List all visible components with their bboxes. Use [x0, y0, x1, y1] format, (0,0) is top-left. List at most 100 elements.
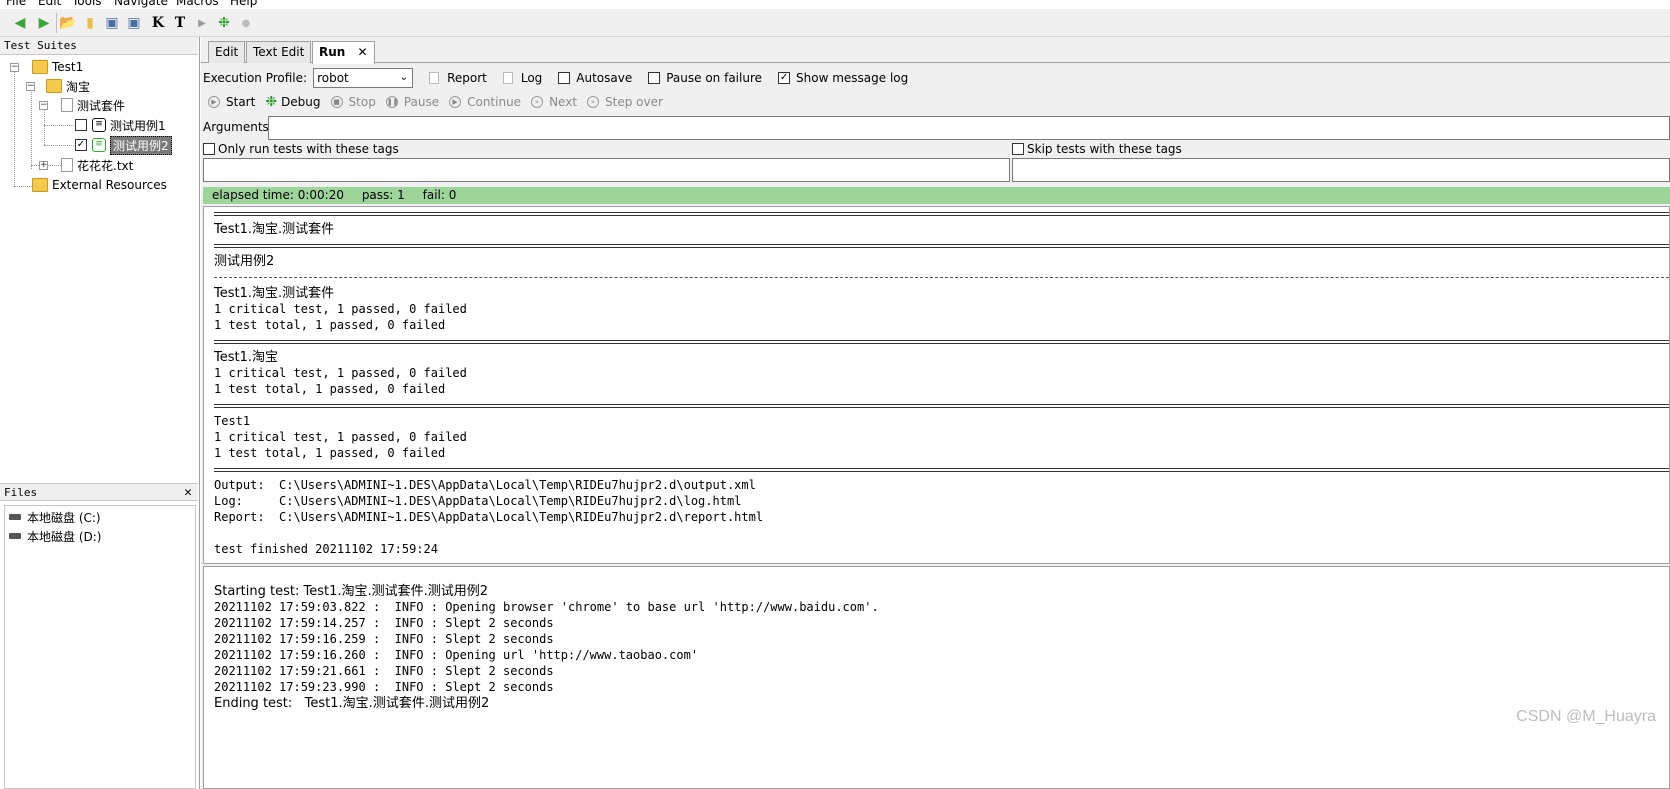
- play-icon: ▶: [208, 96, 220, 108]
- output-line: test finished 20211102 17:59:24: [214, 542, 438, 556]
- execution-profile-label: Execution Profile:: [203, 71, 308, 85]
- pause-button[interactable]: ❚❚ Pause: [385, 95, 440, 109]
- testcase-icon[interactable]: T: [170, 13, 190, 33]
- message-log-console[interactable]: Starting test: Test1.淘宝.测试套件.测试用例2 20211…: [203, 566, 1670, 789]
- close-icon[interactable]: ✕: [358, 45, 368, 59]
- continue-button[interactable]: ▶ Continue: [449, 95, 521, 109]
- save-icon[interactable]: ▣: [102, 13, 122, 33]
- tree-line: [31, 87, 32, 169]
- checkbox-box[interactable]: [203, 143, 215, 155]
- pause-on-failure-checkbox[interactable]: Pause on failure: [648, 71, 762, 85]
- watermark: CSDN @M_Huayra: [1516, 708, 1656, 725]
- execution-profile-select[interactable]: robot ⌄: [313, 68, 414, 88]
- only-run-tags-input[interactable]: [203, 158, 1010, 182]
- test-suites-header: Test Suites: [0, 37, 198, 55]
- save-all-icon[interactable]: ▣: [124, 13, 144, 33]
- output-line: Test1: [214, 414, 251, 428]
- forward-icon[interactable]: ▶: [34, 13, 54, 33]
- collapse-toggle[interactable]: −: [10, 63, 19, 72]
- open-icon[interactable]: 📂: [58, 13, 78, 33]
- checkbox-box-checked[interactable]: ✓: [778, 72, 791, 84]
- separator-line: [214, 468, 1669, 472]
- menu-edit[interactable]: Edit: [38, 0, 61, 8]
- stop-button[interactable]: ■ Stop: [330, 95, 376, 109]
- tree-line: [14, 67, 15, 187]
- execution-profile-value: robot: [317, 71, 349, 85]
- tree-node-label: 淘宝: [66, 79, 91, 94]
- close-icon[interactable]: ✕: [184, 485, 192, 500]
- debug-icon[interactable]: ❉: [214, 13, 234, 33]
- tab-text-edit[interactable]: Text Edit: [246, 41, 312, 63]
- tree-node-suite[interactable]: 测试套件: [61, 96, 125, 114]
- left-panel: Test Suites − Test1 − 淘宝 − 测试套件 ≡ 测试用例1 …: [0, 37, 200, 789]
- test-suites-tree: − Test1 − 淘宝 − 测试套件 ≡ 测试用例1 ✓ ≡ 测试用例2 + …: [0, 55, 198, 477]
- new-file-icon[interactable]: ▮: [80, 13, 100, 33]
- checkbox-box[interactable]: [558, 72, 571, 84]
- show-message-log-checkbox[interactable]: ✓ Show message log: [778, 71, 908, 85]
- skip-tags-input[interactable]: [1012, 158, 1670, 182]
- keyword-icon[interactable]: K: [148, 13, 168, 33]
- pause-label: Pause: [403, 95, 440, 109]
- message-log-line: 20211102 17:59:14.257 : INFO : Slept 2 s…: [214, 616, 554, 630]
- separator-line: [214, 277, 1669, 278]
- toolbar: ◀ ▶ 📂 ▮ ▣ ▣ K T ▶ ❉ ●: [0, 9, 1670, 37]
- stop-icon: ■: [330, 96, 343, 108]
- folder-icon: [32, 60, 48, 74]
- skip-tags-checkbox[interactable]: Skip tests with these tags: [1012, 141, 1182, 157]
- checkbox-box[interactable]: [1012, 143, 1024, 155]
- menu-tools[interactable]: Tools: [72, 0, 102, 8]
- menu-navigate[interactable]: Navigate: [114, 0, 168, 8]
- run-panel: Edit Text Edit Run ✕ Execution Profile: …: [201, 37, 1670, 789]
- debug-label: Debug: [281, 95, 321, 109]
- tree-node-label: External Resources: [52, 178, 167, 192]
- files-header: Files ✕: [0, 483, 198, 501]
- collapse-toggle[interactable]: −: [39, 101, 48, 110]
- tree-line: [14, 186, 32, 187]
- message-log-line: 20211102 17:59:03.822 : INFO : Opening b…: [214, 600, 879, 614]
- menu-macros[interactable]: Macros: [176, 0, 219, 8]
- drive-d[interactable]: 本地磁盘 (D:): [9, 527, 101, 545]
- tree-node-case2[interactable]: ✓ ≡ 测试用例2: [75, 135, 172, 155]
- tree-node-test1[interactable]: Test1: [32, 58, 83, 76]
- output-line: 1 test total, 1 passed, 0 failed: [214, 318, 446, 332]
- autosave-checkbox[interactable]: Autosave: [558, 71, 632, 85]
- next-button[interactable]: » Next: [531, 95, 577, 109]
- tree-node-resource[interactable]: 花花花.txt: [61, 156, 133, 174]
- collapse-toggle[interactable]: −: [26, 82, 35, 91]
- autosave-label: Autosave: [576, 71, 633, 85]
- menu-file[interactable]: File: [6, 0, 26, 8]
- back-icon[interactable]: ◀: [10, 13, 30, 33]
- next-icon: »: [531, 96, 544, 108]
- case2-checkbox[interactable]: ✓: [75, 139, 87, 151]
- show-message-log-label: Show message log: [796, 71, 909, 85]
- tab-label: Run: [319, 45, 346, 59]
- menu-help[interactable]: Help: [230, 0, 257, 8]
- tree-line: [44, 145, 74, 146]
- tab-run[interactable]: Run ✕: [312, 41, 375, 64]
- case1-checkbox[interactable]: [75, 119, 87, 131]
- stop-icon[interactable]: ●: [236, 13, 256, 33]
- output-line: 1 critical test, 1 passed, 0 failed: [214, 366, 467, 380]
- output-line: Test1.淘宝.测试套件: [214, 286, 335, 301]
- checkbox-box[interactable]: [648, 72, 661, 84]
- tree-node-external-resources[interactable]: External Resources: [32, 176, 167, 194]
- drive-c[interactable]: 本地磁盘 (C:): [9, 508, 101, 526]
- output-line: Output: C:\Users\ADMINI~1.DES\AppData\Lo…: [214, 478, 756, 492]
- expand-toggle[interactable]: +: [39, 161, 48, 170]
- step-over-button[interactable]: » Step over: [587, 95, 663, 109]
- pause-on-failure-label: Pause on failure: [666, 71, 763, 85]
- only-run-tags-checkbox[interactable]: Only run tests with these tags: [203, 141, 399, 157]
- debug-button[interactable]: ❉ Debug: [265, 94, 320, 110]
- tab-edit[interactable]: Edit: [208, 41, 246, 63]
- arguments-input[interactable]: [268, 116, 1670, 140]
- tree-node-taobao[interactable]: 淘宝: [46, 77, 90, 95]
- start-button[interactable]: ▶ Start: [208, 95, 255, 109]
- tree-node-case1[interactable]: ≡ 测试用例1: [75, 116, 166, 134]
- files-panel: 本地磁盘 (C:) 本地磁盘 (D:): [4, 505, 196, 789]
- message-log-line: Starting test: Test1.淘宝.测试套件.测试用例2: [214, 584, 489, 599]
- run-icon[interactable]: ▶: [192, 13, 212, 33]
- folder-icon: [32, 178, 48, 192]
- output-console[interactable]: Test1.淘宝.测试套件 测试用例2 Test1.淘宝.测试套件 1 crit…: [203, 206, 1670, 564]
- log-button[interactable]: Log: [502, 71, 542, 85]
- report-button[interactable]: Report: [429, 71, 487, 85]
